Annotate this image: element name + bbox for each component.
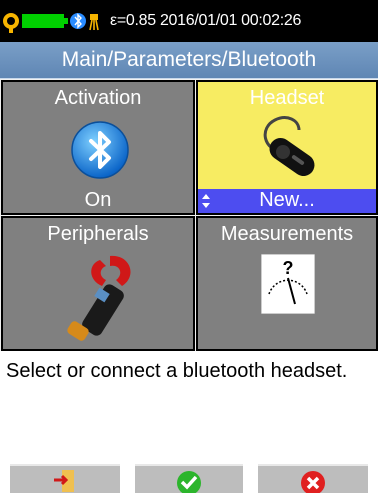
clamp-meter-icon <box>67 255 131 341</box>
tile-headset[interactable]: Headset New... <box>196 80 378 215</box>
exit-button[interactable] <box>10 464 120 493</box>
tile-peripherals[interactable]: Peripherals <box>1 216 195 351</box>
gauge-icon: ? <box>261 254 315 314</box>
status-text: ε=0.85 2016/01/01 00:02:26 <box>110 12 302 29</box>
breadcrumb: Main/Parameters/Bluetooth <box>0 42 378 79</box>
bluetooth-icon <box>71 121 129 179</box>
cancel-x-icon <box>301 471 325 493</box>
device-icon <box>3 13 19 33</box>
tile-measurements[interactable]: Measurements ? <box>196 216 378 351</box>
bluetooth-status-icon <box>70 13 86 29</box>
tile-title: Headset <box>249 87 325 109</box>
tile-value: New... <box>259 189 315 211</box>
tile-title: Measurements <box>220 223 354 245</box>
gauge-question-mark: ? <box>283 258 294 278</box>
exit-icon <box>54 470 74 492</box>
description-text: Select or connect a bluetooth headset. <box>6 360 348 382</box>
description-panel: Select or connect a bluetooth headset. <box>0 351 378 464</box>
confirm-button[interactable] <box>135 464 243 493</box>
softkey-bar <box>0 464 378 493</box>
tile-activation[interactable]: Activation On <box>1 80 195 215</box>
tile-title: Activation <box>54 87 142 109</box>
tripod-icon <box>89 14 99 31</box>
tile-value: On <box>84 189 112 211</box>
camera-screen: ε=0.85 2016/01/01 00:02:26 Main/Paramete… <box>0 0 378 493</box>
parameter-grid: Activation On Headset New... Peripherals… <box>0 79 378 351</box>
cancel-button[interactable] <box>258 464 368 493</box>
battery-icon <box>22 14 68 28</box>
tile-title: Peripherals <box>47 223 149 245</box>
status-bar: ε=0.85 2016/01/01 00:02:26 <box>0 0 378 42</box>
confirm-check-icon <box>177 471 201 493</box>
headset-icon <box>263 116 315 177</box>
